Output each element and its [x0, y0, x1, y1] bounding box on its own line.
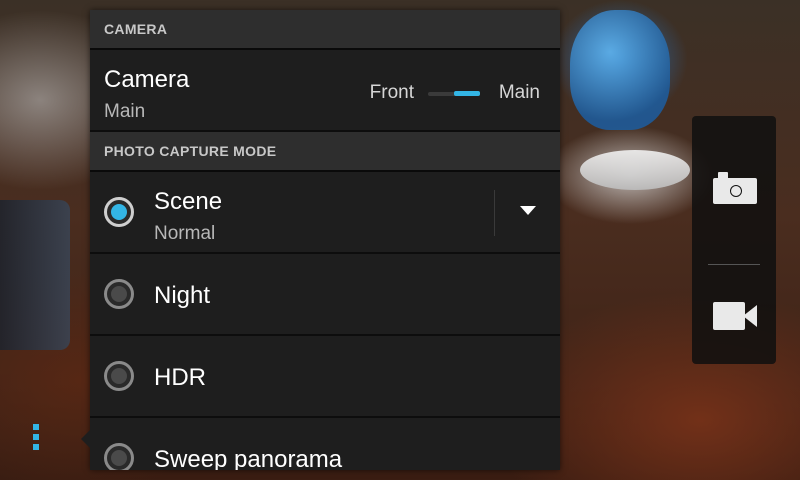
- sweep-panorama-mode-label: Sweep panorama: [154, 446, 343, 470]
- scene-mode-sublabel: Normal: [154, 223, 216, 244]
- camera-section-header: CAMERA: [90, 10, 560, 50]
- scene-divider: [494, 190, 495, 236]
- switcher-divider: [708, 264, 760, 265]
- night-radio-button[interactable]: [104, 279, 134, 309]
- capture-mode-scene[interactable]: Scene Normal: [90, 172, 560, 254]
- camera-selector-row[interactable]: Camera Main Front Main: [90, 50, 560, 132]
- switch-front-label: Front: [369, 82, 414, 103]
- hdr-mode-label: HDR: [154, 364, 206, 391]
- hdr-radio-button[interactable]: [104, 361, 134, 391]
- capture-mode-hdr[interactable]: HDR: [90, 336, 560, 418]
- camera-row-title: Camera: [104, 66, 190, 93]
- dropdown-arrow-icon[interactable]: [520, 206, 536, 215]
- scene-radio-button[interactable]: [104, 197, 134, 227]
- camera-row-subtitle: Main: [104, 101, 146, 122]
- camera-switch-thumb[interactable]: [454, 91, 480, 96]
- viewfinder-object-mouse: [580, 150, 690, 190]
- capture-mode-night[interactable]: Night: [90, 254, 560, 336]
- video-camera-icon[interactable]: [713, 302, 757, 330]
- camera-settings-panel: CAMERA Camera Main Front Main PHOTO CAPT…: [90, 10, 560, 470]
- overflow-menu-icon[interactable]: [33, 424, 41, 454]
- viewfinder-object-toy: [570, 10, 670, 130]
- switch-main-label: Main: [498, 82, 540, 103]
- scene-mode-label: Scene: [154, 188, 223, 215]
- menu-pointer-arrow: [81, 430, 90, 448]
- capture-mode-section-header: PHOTO CAPTURE MODE: [90, 132, 560, 172]
- viewfinder-object-cup: [0, 200, 70, 350]
- capture-mode-switcher: [692, 116, 776, 364]
- capture-mode-sweep-panorama[interactable]: Sweep panorama: [90, 418, 560, 470]
- sweep-panorama-radio-button[interactable]: [104, 443, 134, 470]
- night-mode-label: Night: [154, 282, 211, 309]
- camera-icon[interactable]: [713, 172, 757, 204]
